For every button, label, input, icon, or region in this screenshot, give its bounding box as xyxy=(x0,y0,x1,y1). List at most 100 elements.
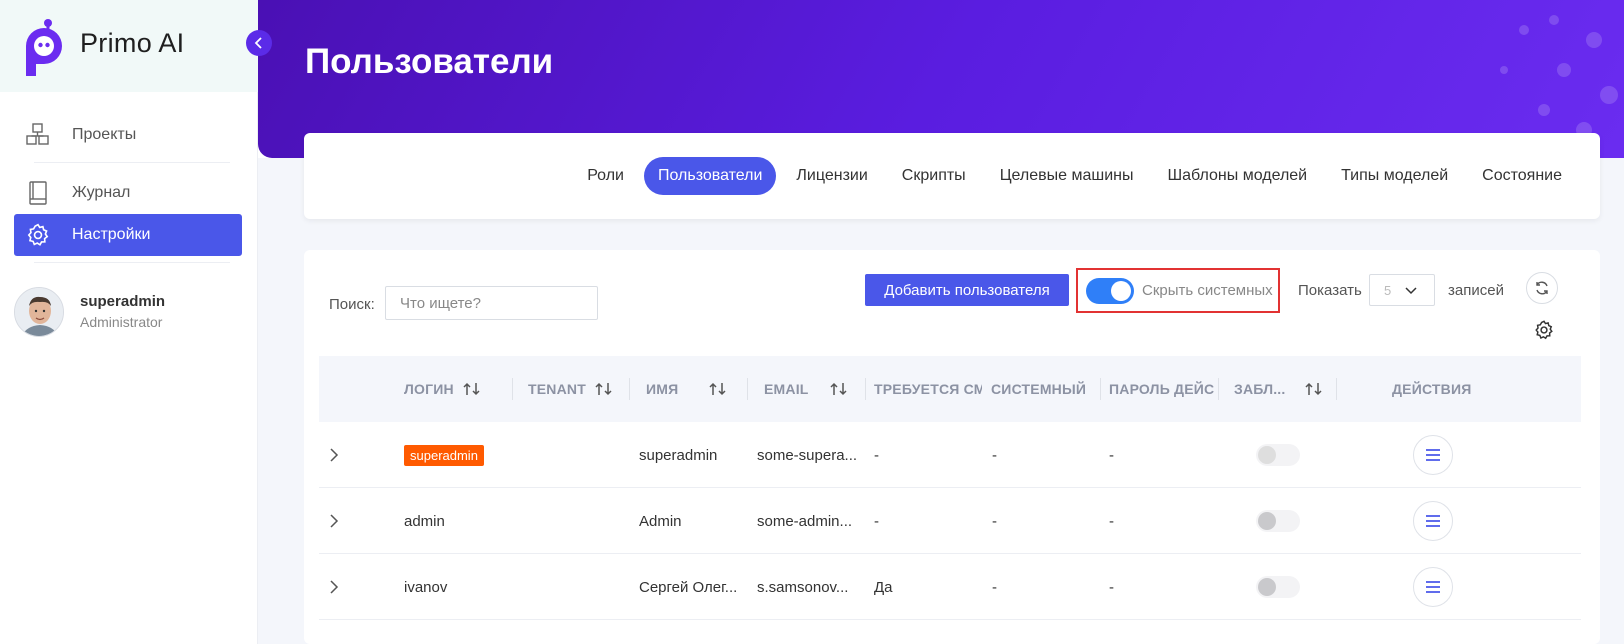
cell-tenant xyxy=(528,554,638,620)
column-header-email[interactable]: EMAIL xyxy=(764,356,864,422)
sidebar-item-settings[interactable]: Настройки xyxy=(14,214,242,256)
tab-licenses[interactable]: Лицензии xyxy=(782,157,881,195)
sidebar: Primo AI Проекты Журнал Настройки supera… xyxy=(0,0,258,644)
cell-actions xyxy=(1413,422,1473,488)
add-user-button[interactable]: Добавить пользователя xyxy=(865,274,1069,306)
hide-system-users-label: Скрыть системных xyxy=(1142,282,1273,299)
column-header-label: ДЕЙСТВИЯ xyxy=(1392,381,1472,397)
hide-system-users-highlight: Скрыть системных xyxy=(1076,268,1280,313)
tab-status[interactable]: Состояние xyxy=(1468,157,1576,195)
cell-login: admin xyxy=(404,512,445,530)
page-title: Пользователи xyxy=(305,42,554,81)
sort-icon[interactable] xyxy=(1304,382,1324,396)
cell-actions xyxy=(1413,488,1473,554)
search-label: Поиск: xyxy=(329,296,375,313)
page-size-value: 5 xyxy=(1384,282,1392,298)
user-profile[interactable]: superadmin Administrator xyxy=(14,287,244,343)
blocked-toggle[interactable] xyxy=(1256,576,1300,598)
column-header-login[interactable]: ЛОГИН xyxy=(404,356,519,422)
column-header-blocked[interactable]: ЗАБЛ... xyxy=(1234,356,1334,422)
row-actions-button[interactable] xyxy=(1413,567,1453,607)
sidebar-item-label: Журнал xyxy=(72,184,131,201)
blocked-toggle[interactable] xyxy=(1256,444,1300,466)
cell-system: - xyxy=(992,446,997,464)
show-label: Показать xyxy=(1298,282,1362,299)
cell-blocked xyxy=(1256,554,1316,620)
column-header-change-required[interactable]: ТРЕБУЕТСЯ СМ xyxy=(874,356,982,422)
hide-system-users-toggle[interactable] xyxy=(1086,277,1134,304)
column-header-label: ЛОГИН xyxy=(404,381,454,397)
user-name: superadmin xyxy=(80,293,166,310)
cell-blocked xyxy=(1256,422,1316,488)
toggle-knob xyxy=(1258,446,1276,464)
column-separator xyxy=(1218,378,1219,400)
tab-scripts[interactable]: Скрипты xyxy=(888,157,980,195)
column-separator xyxy=(629,378,630,400)
column-separator xyxy=(1336,378,1337,400)
table-row: admin Admin some-admin... - - - xyxy=(319,488,1581,554)
cell-login: superadmin xyxy=(404,422,519,488)
projects-icon xyxy=(24,121,52,149)
table-row: superadmin superadmin some-supera... - -… xyxy=(319,422,1581,488)
tab-model-templates[interactable]: Шаблоны моделей xyxy=(1153,157,1321,195)
gear-icon xyxy=(24,221,52,249)
records-label: записей xyxy=(1448,282,1504,299)
row-actions-button[interactable] xyxy=(1413,501,1453,541)
collapse-sidebar-button[interactable] xyxy=(246,30,272,56)
cell-change-required: - xyxy=(874,512,879,530)
column-header-label: ТРЕБУЕТСЯ СМ xyxy=(874,381,982,397)
chevron-down-icon xyxy=(1405,287,1417,295)
sidebar-item-projects[interactable]: Проекты xyxy=(14,114,242,156)
chevron-right-icon xyxy=(330,514,339,528)
refresh-button[interactable] xyxy=(1526,272,1558,304)
column-header-label: ЗАБЛ... xyxy=(1234,381,1286,397)
column-header-tenant[interactable]: TENANT xyxy=(528,356,638,422)
cell-system: - xyxy=(992,578,997,596)
cell-change-required: Да xyxy=(874,578,893,596)
chevron-right-icon xyxy=(330,580,339,594)
column-header-system[interactable]: СИСТЕМНЫЙ xyxy=(991,356,1099,422)
chevron-left-icon xyxy=(254,37,262,49)
blocked-toggle[interactable] xyxy=(1256,510,1300,532)
page-size-select[interactable]: 5 xyxy=(1369,274,1435,306)
cell-name: Сергей Олег... xyxy=(639,578,738,596)
cell-tenant xyxy=(528,488,638,554)
cell-change-required: - xyxy=(874,446,879,464)
column-separator xyxy=(1100,378,1101,400)
sort-icon[interactable] xyxy=(829,382,849,396)
sort-icon[interactable] xyxy=(462,382,482,396)
table-settings-button[interactable] xyxy=(1532,318,1556,342)
column-header-label: EMAIL xyxy=(764,381,809,397)
cell-tenant xyxy=(528,422,638,488)
tab-model-types[interactable]: Типы моделей xyxy=(1327,157,1462,195)
cell-email: some-supera... xyxy=(757,446,858,464)
toggle-knob xyxy=(1258,512,1276,530)
expand-row-button[interactable] xyxy=(329,554,349,620)
row-actions-button[interactable] xyxy=(1413,435,1453,475)
logo-area: Primo AI xyxy=(0,0,258,92)
sort-icon[interactable] xyxy=(594,382,614,396)
gear-icon xyxy=(1535,320,1553,340)
app-name: Primo AI xyxy=(80,28,185,58)
sidebar-item-journal[interactable]: Журнал xyxy=(14,172,242,214)
journal-icon xyxy=(24,179,52,207)
tab-roles[interactable]: Роли xyxy=(573,157,638,195)
cell-email: some-admin... xyxy=(757,512,853,530)
menu-icon xyxy=(1426,449,1440,461)
sidebar-item-label: Проекты xyxy=(72,126,137,143)
tabs-card: Роли Пользователи Лицензии Скрипты Целев… xyxy=(304,133,1600,219)
column-header-label: TENANT xyxy=(528,381,586,397)
column-header-name[interactable]: ИМЯ xyxy=(646,356,751,422)
column-header-password-valid[interactable]: ПАРОЛЬ ДЕЙС xyxy=(1109,356,1217,422)
tab-users[interactable]: Пользователи xyxy=(643,157,777,195)
tab-target-machines[interactable]: Целевые машины xyxy=(986,157,1148,195)
cell-actions xyxy=(1413,554,1473,620)
column-separator xyxy=(512,378,513,400)
table-header: ЛОГИН TENANT ИМЯ EMAIL ТРЕБУЕТСЯ СМ СИСТ… xyxy=(319,356,1581,422)
expand-row-button[interactable] xyxy=(329,422,349,488)
expand-row-button[interactable] xyxy=(329,488,349,554)
cell-name: Admin xyxy=(639,512,682,530)
menu-icon xyxy=(1426,515,1440,527)
search-input[interactable] xyxy=(385,286,598,320)
sort-icon[interactable] xyxy=(708,382,728,396)
